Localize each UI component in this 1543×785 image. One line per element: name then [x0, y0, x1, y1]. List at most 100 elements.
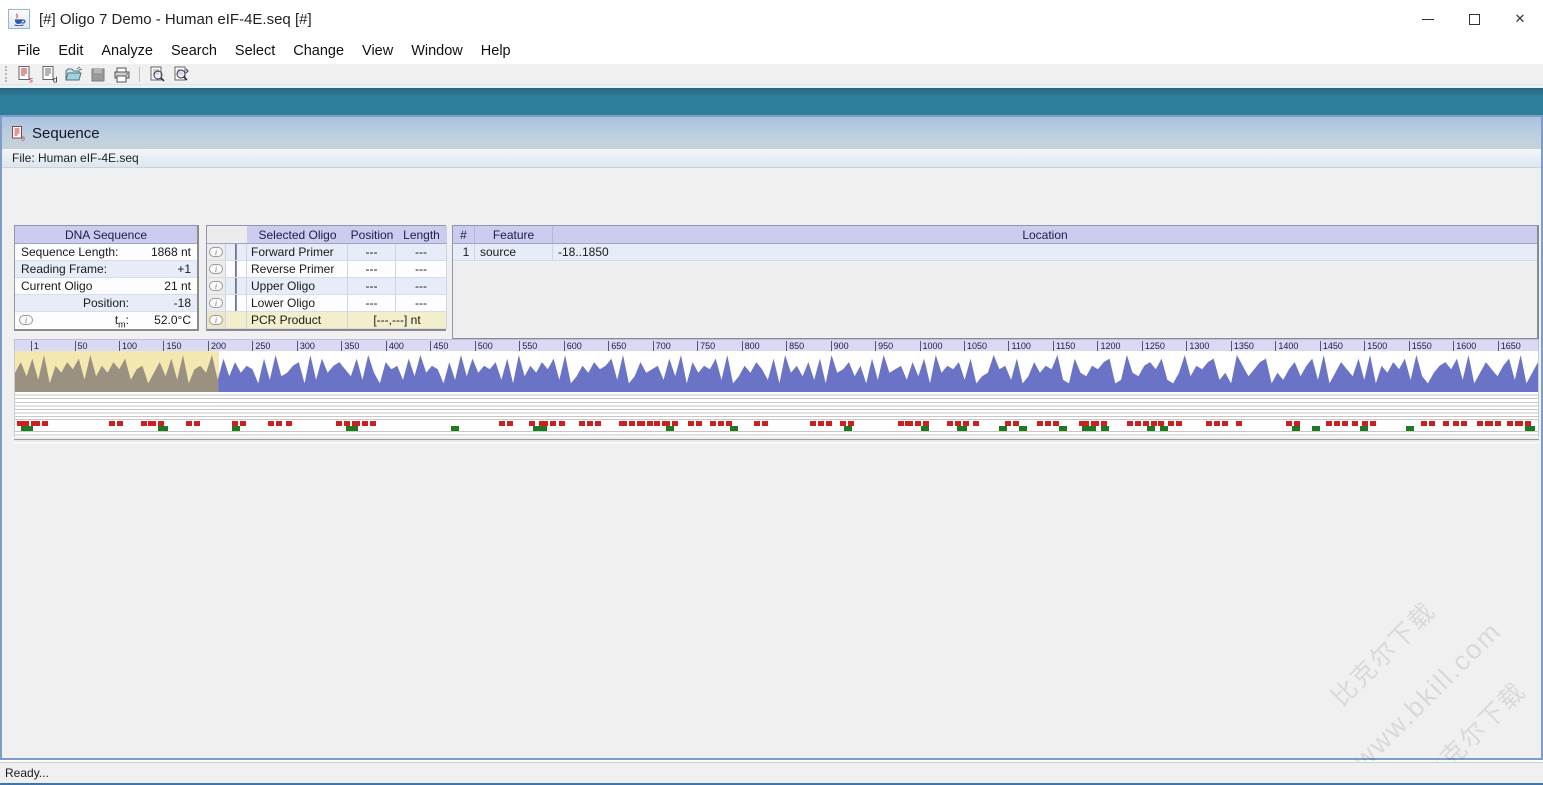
- site-mark-green: [21, 426, 33, 431]
- site-mark-red: [587, 421, 593, 426]
- sequence-chart[interactable]: 1501001502002503003504004505005506006507…: [14, 339, 1539, 443]
- toolbar-grip[interactable]: [5, 66, 8, 82]
- oligo-row-lower-oligo[interactable]: Lower Oligo: [247, 295, 348, 312]
- pcr-product-value: [---,---] nt: [348, 312, 447, 329]
- site-mark-red: [1370, 421, 1376, 426]
- sequence-panel-header[interactable]: s Sequence: [2, 117, 1541, 149]
- site-mark-red: [148, 421, 156, 426]
- position-value: -18: [133, 295, 197, 311]
- site-mark-red: [637, 421, 645, 426]
- reading-frame-lines: [14, 392, 1539, 419]
- tm-profile-chart[interactable]: [14, 351, 1539, 392]
- ruler-tick: 650: [608, 341, 626, 351]
- print-icon[interactable]: [112, 66, 132, 83]
- menu-change[interactable]: Change: [284, 40, 353, 63]
- oligo-header-length: Length: [396, 226, 447, 244]
- feature-table: # Feature Location 1 source -18..1850: [452, 225, 1539, 340]
- ruler-tick: 1450: [1320, 341, 1343, 351]
- tm-info-icon[interactable]: i: [19, 315, 33, 325]
- site-mark-green: [844, 426, 852, 431]
- oligo-row-reverse-primer[interactable]: Reverse Primer: [247, 261, 348, 278]
- ruler-tick: 350: [341, 341, 359, 351]
- reverse-primer-info-icon[interactable]: i: [209, 264, 223, 274]
- workspace-background-band: [0, 88, 1543, 115]
- ruler-tick: 950: [875, 341, 893, 351]
- panel-title: Sequence: [32, 125, 100, 142]
- site-mark-green: [957, 426, 967, 431]
- find-in-sequence-icon[interactable]: [147, 66, 167, 83]
- open-folder-icon[interactable]: [64, 66, 84, 83]
- reverse-primer-checkbox[interactable]: [235, 261, 237, 277]
- site-mark-green: [1292, 426, 1300, 431]
- site-mark-red: [1214, 421, 1220, 426]
- site-mark-red: [898, 421, 904, 426]
- site-mark-red: [1168, 421, 1174, 426]
- title-bar: [#] Oligo 7 Demo - Human eIF-4E.seq [#] …: [0, 0, 1543, 38]
- ruler-tick: 1150: [1053, 341, 1075, 351]
- lower-oligo-checkbox[interactable]: [235, 295, 237, 311]
- upper-oligo-checkbox[interactable]: [235, 278, 237, 294]
- menu-search[interactable]: Search: [162, 40, 226, 63]
- ruler-tick: 750: [697, 341, 715, 351]
- site-mark-red: [141, 421, 147, 426]
- site-mark-red: [276, 421, 282, 426]
- feature-header-feature: Feature: [475, 226, 553, 244]
- lower-oligo-info-icon[interactable]: i: [209, 298, 223, 308]
- site-mark-red: [559, 421, 565, 426]
- site-mark-red: [286, 421, 292, 426]
- ruler-tick: 400: [386, 341, 404, 351]
- site-mark-red: [688, 421, 694, 426]
- ruler-tick: 150: [163, 341, 181, 351]
- site-mark-red: [810, 421, 816, 426]
- save-icon[interactable]: [88, 66, 108, 83]
- oligo-header-position: Position: [348, 226, 396, 244]
- svg-text:d: d: [53, 75, 57, 83]
- ruler-tick: 1: [31, 341, 39, 351]
- site-mark-red: [826, 421, 832, 426]
- oligo-row-upper-oligo[interactable]: Upper Oligo: [247, 278, 348, 295]
- menu-help[interactable]: Help: [472, 40, 520, 63]
- find-next-icon[interactable]: [171, 66, 191, 83]
- menu-select[interactable]: Select: [226, 40, 284, 63]
- site-mark-red: [268, 421, 274, 426]
- status-bar: Ready...: [0, 762, 1543, 783]
- site-mark-red: [629, 421, 635, 426]
- sequence-panel: s Sequence File: Human eIF-4E.seq DNA Se…: [0, 115, 1543, 760]
- site-mark-red: [754, 421, 760, 426]
- chart-splitter[interactable]: [14, 439, 1539, 443]
- oligo-row-forward-primer[interactable]: Forward Primer: [247, 244, 348, 261]
- site-mark-red: [1342, 421, 1348, 426]
- ruler-tick: 100: [119, 341, 137, 351]
- ruler-tick: 1300: [1186, 341, 1209, 351]
- window-title: [#] Oligo 7 Demo - Human eIF-4E.seq [#]: [39, 11, 312, 28]
- site-mark-green: [730, 426, 738, 431]
- ruler-tick: 1000: [920, 341, 943, 351]
- site-mark-green: [1406, 426, 1414, 431]
- ruler-tick: 800: [742, 341, 760, 351]
- menu-analyze[interactable]: Analyze: [92, 40, 162, 63]
- dna-sequence-table: DNA Sequence Sequence Length: 1868 nt Re…: [14, 225, 199, 331]
- pcr-product-info-icon[interactable]: i: [209, 315, 223, 325]
- menu-file[interactable]: File: [8, 40, 49, 63]
- site-mark-red: [109, 421, 115, 426]
- new-data-icon[interactable]: d: [40, 66, 60, 83]
- ruler-tick: 1500: [1364, 341, 1387, 351]
- new-sequence-icon[interactable]: s: [16, 66, 36, 83]
- menu-window[interactable]: Window: [402, 40, 472, 63]
- oligo-row-pcr-product[interactable]: PCR Product: [247, 312, 348, 329]
- ruler-tick: 550: [519, 341, 537, 351]
- forward-primer-checkbox[interactable]: [235, 244, 237, 260]
- upper-oligo-info-icon[interactable]: i: [209, 281, 223, 291]
- menu-edit[interactable]: Edit: [49, 40, 92, 63]
- feature-header-num: #: [453, 226, 475, 244]
- close-icon[interactable]: ✕: [1497, 0, 1543, 38]
- file-label: File: Human eIF-4E.seq: [12, 149, 139, 167]
- status-text: Ready...: [5, 763, 49, 783]
- minimize-icon[interactable]: [1405, 0, 1451, 38]
- site-mark-red: [499, 421, 505, 426]
- menu-view[interactable]: View: [353, 40, 402, 63]
- feature-row-source[interactable]: source: [475, 244, 553, 261]
- forward-primer-info-icon[interactable]: i: [209, 247, 223, 257]
- maximize-icon[interactable]: [1451, 0, 1497, 38]
- ruler-tick: 50: [75, 341, 88, 351]
